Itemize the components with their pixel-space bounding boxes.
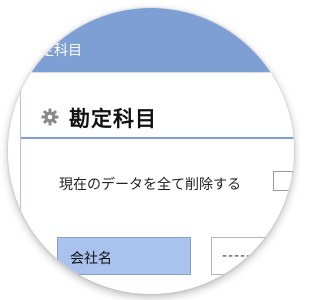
delete-all-checkbox[interactable] [273, 171, 293, 191]
window-title-bar: 勘定科目 [8, 8, 294, 72]
window-title: 勘定科目 [26, 43, 82, 59]
delete-all-label: 現在のデータを全て削除する [59, 177, 241, 193]
page-heading: 勘定科目 [21, 73, 294, 139]
company-select-value: -------- [222, 248, 271, 264]
company-name-select[interactable]: -------- [211, 237, 294, 275]
circular-crop: 勘定科目 勘定科目 現在のデータを全て削除する 会社名 -------- [8, 8, 294, 294]
gear-icon [41, 108, 59, 126]
page-title: 勘定科目 [69, 107, 157, 131]
main-panel: 勘定科目 現在のデータを全て削除する 会社名 -------- [20, 72, 294, 294]
screenshot-stage: 勘定科目 勘定科目 現在のデータを全て削除する 会社名 -------- [0, 0, 300, 300]
company-name-label-cell: 会社名 [57, 237, 191, 275]
company-name-label: 会社名 [70, 251, 112, 267]
